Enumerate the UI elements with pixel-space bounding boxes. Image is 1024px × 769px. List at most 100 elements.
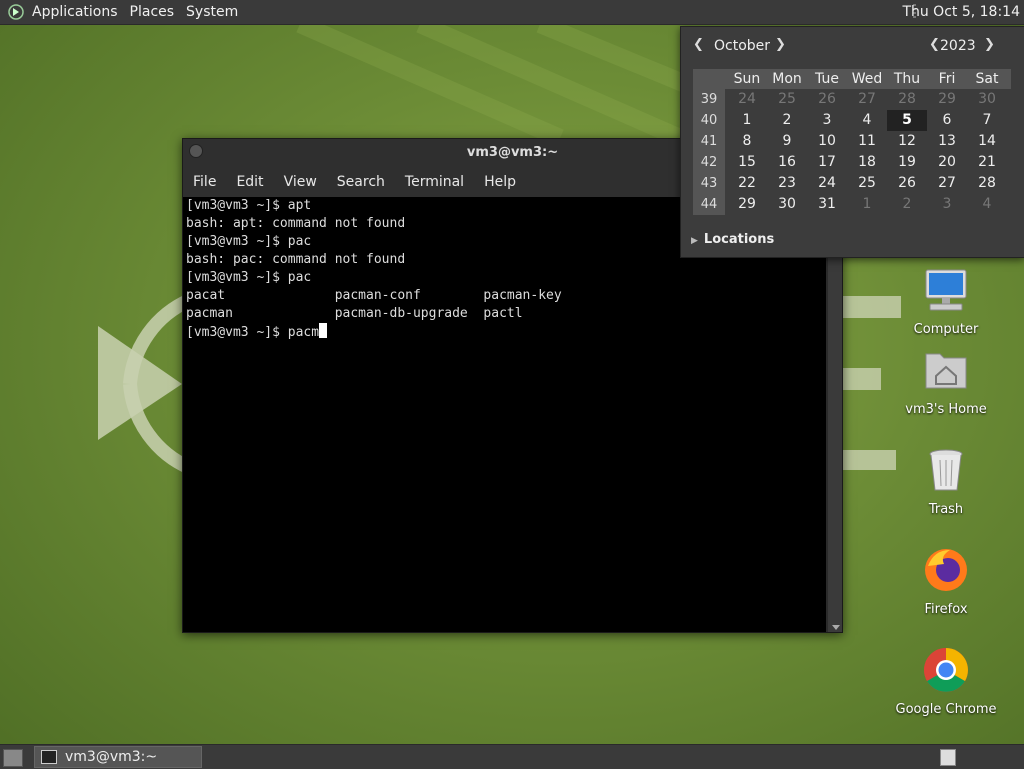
day-of-week-label: Sat bbox=[975, 71, 999, 87]
terminal-line: pacat pacman-conf pacman-key bbox=[186, 288, 562, 303]
calendar-day[interactable]: 23 bbox=[767, 173, 807, 194]
desktop-icon-label: Computer bbox=[913, 322, 979, 337]
day-of-week-label: Wed bbox=[851, 71, 883, 87]
computer-icon bbox=[925, 269, 967, 311]
prev-year-icon[interactable]: ❮ bbox=[929, 37, 940, 52]
calendar-day[interactable]: 30 bbox=[767, 194, 807, 215]
prev-month-icon[interactable]: ❮ bbox=[693, 37, 704, 52]
calendar-widget: ❮ October ❯ ❮ 2023 ❯ Sun Mon Tue Wed Thu Fri S… bbox=[689, 33, 1013, 237]
locations-expander[interactable]: ▶ Locations bbox=[691, 232, 774, 247]
calendar-day[interactable]: 25 bbox=[847, 173, 887, 194]
menu-terminal[interactable]: Terminal bbox=[395, 174, 474, 190]
calendar-day[interactable]: 3 bbox=[927, 194, 967, 215]
home-folder-icon bbox=[925, 353, 967, 389]
distro-logo-icon[interactable] bbox=[8, 4, 24, 20]
calendar-day[interactable]: 26 bbox=[887, 173, 927, 194]
week-number: 41 bbox=[693, 131, 725, 152]
calendar-year: 2023 bbox=[940, 38, 976, 54]
terminal-input-line[interactable]: [vm3@vm3 ~]$ pacm bbox=[186, 323, 826, 341]
calendar-day[interactable]: 24 bbox=[807, 173, 847, 194]
system-menu[interactable]: System bbox=[180, 0, 244, 24]
calendar-day[interactable]: 16 bbox=[767, 152, 807, 173]
calendar-day-today[interactable]: 5 bbox=[887, 110, 927, 131]
calendar-day[interactable]: 30 bbox=[967, 89, 1007, 110]
calendar-month: October bbox=[714, 38, 771, 54]
scroll-down-icon[interactable] bbox=[832, 625, 840, 630]
calendar-day[interactable]: 20 bbox=[927, 152, 967, 173]
menu-file[interactable]: File bbox=[183, 174, 226, 190]
calendar-day[interactable]: 18 bbox=[847, 152, 887, 173]
calendar-day[interactable]: 8 bbox=[727, 131, 767, 152]
calendar-day[interactable]: 24 bbox=[727, 89, 767, 110]
applications-menu[interactable]: Applications bbox=[26, 0, 124, 24]
calendar-day[interactable]: 1 bbox=[847, 194, 887, 215]
firefox-icon bbox=[925, 549, 967, 591]
calendar-day[interactable]: 14 bbox=[967, 131, 1007, 152]
week-number: 42 bbox=[693, 152, 725, 173]
calendar-day[interactable]: 6 bbox=[927, 110, 967, 131]
calendar-day[interactable]: 2 bbox=[887, 194, 927, 215]
calendar-day[interactable]: 4 bbox=[967, 194, 1007, 215]
menu-view[interactable]: View bbox=[274, 174, 327, 190]
calendar-day[interactable]: 27 bbox=[927, 173, 967, 194]
week-number: 39 bbox=[693, 89, 725, 110]
taskbar-window-label: vm3@vm3:~ bbox=[65, 749, 158, 765]
calendar-day[interactable]: 9 bbox=[767, 131, 807, 152]
calendar-day[interactable]: 26 bbox=[807, 89, 847, 110]
calendar-day[interactable]: 29 bbox=[927, 89, 967, 110]
desktop-icon-chrome[interactable]: Google Chrome bbox=[891, 646, 1001, 717]
clock[interactable]: Thu Oct 5, 18:14 bbox=[902, 0, 1020, 24]
week-number: 43 bbox=[693, 173, 725, 194]
calendar-day[interactable]: 7 bbox=[967, 110, 1007, 131]
calendar-day[interactable]: 31 bbox=[807, 194, 847, 215]
places-menu[interactable]: Places bbox=[124, 0, 181, 24]
desktop-icon-label: Google Chrome bbox=[895, 702, 997, 717]
menu-search[interactable]: Search bbox=[327, 174, 395, 190]
calendar-day[interactable]: 25 bbox=[767, 89, 807, 110]
calendar-day[interactable]: 19 bbox=[887, 152, 927, 173]
taskbar-window-terminal[interactable]: vm3@vm3:~ bbox=[34, 746, 202, 768]
calendar-day[interactable]: 11 bbox=[847, 131, 887, 152]
menu-help[interactable]: Help bbox=[474, 174, 526, 190]
desktop-icon-trash[interactable]: Trash bbox=[891, 446, 1001, 517]
calendar-day[interactable]: 13 bbox=[927, 131, 967, 152]
calendar-day[interactable]: 10 bbox=[807, 131, 847, 152]
day-of-week-label: Thu bbox=[893, 71, 921, 87]
locations-label: Locations bbox=[703, 232, 775, 247]
next-month-icon[interactable]: ❯ bbox=[775, 37, 786, 52]
calendar-day[interactable]: 15 bbox=[727, 152, 767, 173]
desktop-icon-label: Firefox bbox=[924, 602, 968, 617]
day-of-week-label: Mon bbox=[772, 71, 802, 87]
week-number: 44 bbox=[693, 194, 725, 215]
show-desktop-icon[interactable] bbox=[3, 749, 23, 767]
days-of-week-row: Sun Mon Tue Wed Thu Fri Sat bbox=[693, 69, 1011, 89]
terminal-line: pacman pacman-db-upgrade pactl bbox=[186, 306, 523, 321]
terminal-icon bbox=[41, 750, 57, 764]
calendar-day[interactable]: 3 bbox=[807, 110, 847, 131]
calendar-day[interactable]: 17 bbox=[807, 152, 847, 173]
terminal-prompt-input[interactable]: [vm3@vm3 ~]$ pacm bbox=[186, 325, 319, 340]
calendar-day[interactable]: 28 bbox=[887, 89, 927, 110]
calendar-day[interactable]: 27 bbox=[847, 89, 887, 110]
next-year-icon[interactable]: ❯ bbox=[984, 37, 995, 52]
calendar-day[interactable]: 1 bbox=[727, 110, 767, 131]
terminal-output[interactable]: [vm3@vm3 ~]$ apt bash: apt: command not … bbox=[183, 197, 826, 632]
calendar-day[interactable]: 22 bbox=[727, 173, 767, 194]
workspace-switcher[interactable] bbox=[940, 749, 956, 766]
calendar-day[interactable]: 12 bbox=[887, 131, 927, 152]
calendar-day[interactable]: 28 bbox=[967, 173, 1007, 194]
calendar-day[interactable]: 4 bbox=[847, 110, 887, 131]
terminal-scrollbar[interactable] bbox=[828, 197, 842, 632]
menu-edit[interactable]: Edit bbox=[226, 174, 273, 190]
bottom-panel: vm3@vm3:~ bbox=[0, 744, 1024, 769]
calendar-day[interactable]: 29 bbox=[727, 194, 767, 215]
day-of-week-label: Fri bbox=[938, 71, 956, 87]
desktop-icon-computer[interactable]: Computer bbox=[891, 266, 1001, 337]
day-of-week-label: Tue bbox=[815, 71, 839, 87]
desktop-icon-firefox[interactable]: Firefox bbox=[891, 546, 1001, 617]
calendar-day[interactable]: 2 bbox=[767, 110, 807, 131]
terminal-line: [vm3@vm3 ~]$ pac bbox=[186, 270, 312, 285]
week-number: 40 bbox=[693, 110, 725, 131]
desktop-icon-home[interactable]: vm3's Home bbox=[891, 346, 1001, 417]
calendar-day[interactable]: 21 bbox=[967, 152, 1007, 173]
